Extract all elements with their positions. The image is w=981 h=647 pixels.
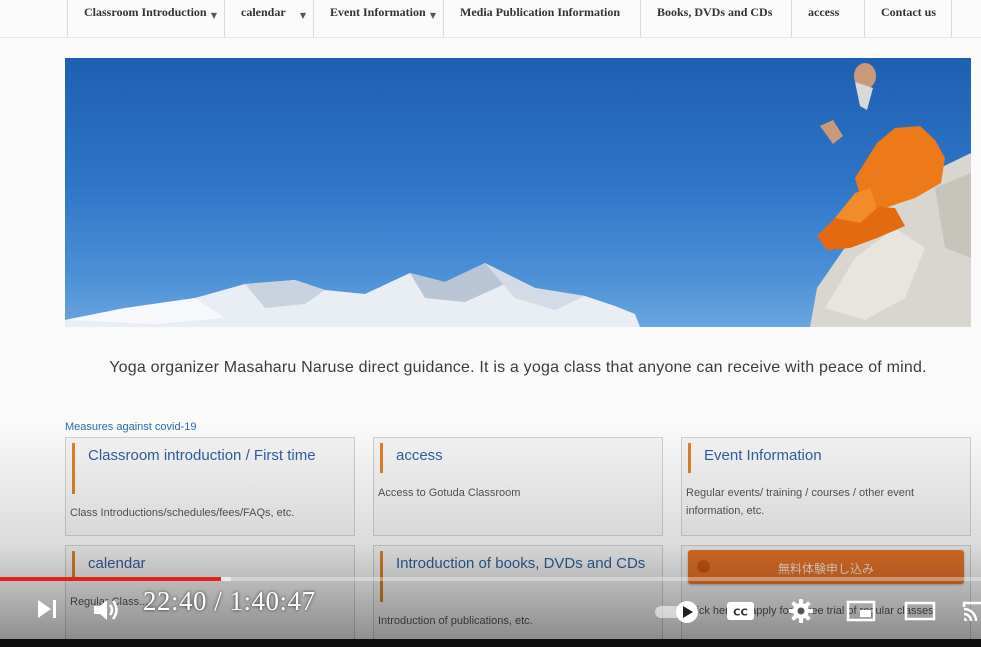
card-title: Classroom introduction / First time bbox=[88, 447, 316, 464]
nav-item-event[interactable]: Event Information ▼ bbox=[313, 0, 442, 37]
time-separator: / bbox=[207, 586, 230, 616]
next-icon bbox=[38, 600, 56, 618]
card-description: Class Introductions/schedules/fees/FAQs,… bbox=[70, 507, 295, 519]
nav-item-label: Classroom Introduction bbox=[84, 5, 207, 19]
time-display: 22:40 / 1:40:47 bbox=[143, 586, 316, 617]
card-description: Access to Gotuda Classroom bbox=[378, 487, 521, 499]
caret-down-icon: ▼ bbox=[210, 11, 217, 20]
card-books-dvds-cds[interactable]: Introduction of books, DVDs and CDs Intr… bbox=[373, 545, 663, 647]
nav-item-label: Media Publication Information bbox=[460, 5, 621, 19]
nav-item-classroom[interactable]: Classroom Introduction ▼ bbox=[67, 0, 223, 37]
gear-icon bbox=[789, 599, 813, 623]
nav-item-books[interactable]: Books, DVDs and CDs bbox=[640, 0, 790, 37]
cast-icon bbox=[962, 601, 981, 622]
autoplay-toggle[interactable] bbox=[655, 600, 701, 629]
card-description: Introduction of publications, etc. bbox=[378, 615, 533, 627]
covid-measures-link[interactable]: Measures against covid-19 bbox=[65, 421, 196, 433]
nav-item-label: Contact us bbox=[881, 5, 937, 19]
card-description: Regular events/ training / courses / oth… bbox=[686, 487, 915, 517]
captions-icon: CC bbox=[727, 602, 754, 620]
theater-icon bbox=[904, 601, 936, 621]
autoplay-icon bbox=[655, 601, 698, 623]
page: Classroom Introduction ▼ calendar ▼ Even… bbox=[0, 0, 981, 647]
card-access[interactable]: access Access to Gotuda Classroom bbox=[373, 437, 663, 536]
played-bar bbox=[0, 577, 221, 581]
nav-item-contact[interactable]: Contact us bbox=[864, 0, 952, 37]
top-nav: Classroom Introduction ▼ calendar ▼ Even… bbox=[0, 0, 981, 38]
settings-button[interactable] bbox=[788, 598, 814, 629]
accent-bar bbox=[380, 443, 383, 473]
bottom-strip bbox=[0, 639, 981, 647]
theater-button[interactable] bbox=[904, 599, 936, 628]
nav-item-calendar[interactable]: calendar ▼ bbox=[224, 0, 312, 37]
nav-item-label: Event Information bbox=[330, 5, 426, 19]
accent-bar bbox=[688, 443, 691, 473]
nav-item-label: Books, DVDs and CDs bbox=[657, 5, 773, 19]
tagline: Yoga organizer Masaharu Naruse direct gu… bbox=[109, 359, 927, 376]
card-title: Event Information bbox=[704, 447, 822, 464]
card-classroom-introduction[interactable]: Classroom introduction / First time Clas… bbox=[65, 437, 355, 536]
next-button[interactable] bbox=[35, 597, 59, 626]
card-title: access bbox=[396, 447, 443, 464]
captions-button[interactable]: CC bbox=[726, 599, 756, 628]
caret-down-icon: ▼ bbox=[299, 11, 306, 20]
nav-item-access[interactable]: access bbox=[791, 0, 863, 37]
miniplayer-button[interactable] bbox=[846, 599, 876, 628]
accent-bar bbox=[72, 443, 75, 494]
card-title: Introduction of books, DVDs and CDs bbox=[396, 555, 646, 572]
card-event-information[interactable]: Event Information Regular events/ traini… bbox=[681, 437, 971, 536]
hero-illustration bbox=[65, 63, 971, 327]
miniplayer-icon bbox=[846, 600, 876, 622]
nav-item-label: access bbox=[808, 5, 840, 19]
current-time: 22:40 bbox=[143, 586, 208, 616]
card-title: calendar bbox=[88, 555, 146, 572]
duration: 1:40:47 bbox=[229, 586, 316, 616]
hero-image bbox=[65, 58, 971, 327]
free-trial-label: 無料体験申し込み bbox=[777, 562, 874, 576]
captions-label: CC bbox=[733, 608, 748, 619]
volume-icon bbox=[94, 600, 118, 620]
cast-button[interactable] bbox=[962, 599, 981, 628]
volume-button[interactable] bbox=[92, 597, 120, 628]
caret-down-icon: ▼ bbox=[429, 11, 436, 20]
progress-bar[interactable] bbox=[0, 577, 981, 581]
nav-item-media[interactable]: Media Publication Information bbox=[443, 0, 639, 37]
